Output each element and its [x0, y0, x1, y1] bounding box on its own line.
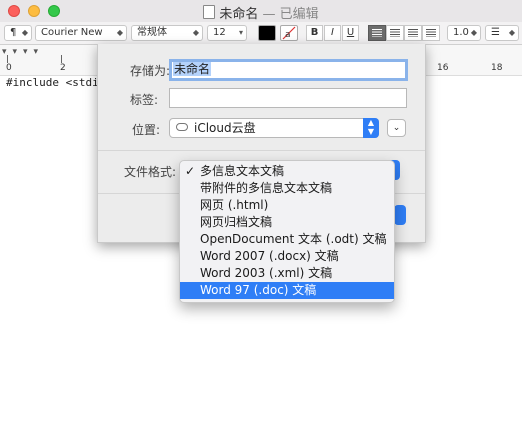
format-toolbar: ¶ ◆ Courier New ◆ 常规体 ◆ 12 ▾ a B I U 1.0… — [0, 22, 522, 45]
menu-item-label: 网页 (.html) — [200, 198, 269, 212]
menu-item-label: Word 2007 (.docx) 文稿 — [200, 249, 339, 263]
ruler-label: 16 — [437, 63, 449, 73]
menu-item-label: OpenDocument 文本 (.odt) 文稿 — [200, 232, 387, 246]
window-title-text: 未命名 — [219, 7, 259, 22]
expand-button[interactable]: ⌄ — [387, 119, 406, 137]
location-value: iCloud云盘 — [194, 121, 256, 135]
svg-text:a: a — [285, 30, 291, 40]
paragraph-style-popup[interactable]: ¶ ◆ — [4, 25, 32, 41]
tab-stop-markers[interactable]: ▾▾▾▾ — [2, 47, 44, 57]
format-menu-item-webarchive[interactable]: 网页归档文稿 — [180, 214, 394, 231]
format-menu-item-xml[interactable]: Word 2003 (.xml) 文稿 — [180, 265, 394, 282]
ruler-label: 18 — [491, 63, 503, 73]
divider — [98, 150, 425, 151]
save-as-field[interactable]: 未命名 — [169, 59, 408, 81]
format-menu-item-html[interactable]: 网页 (.html) — [180, 197, 394, 214]
save-as-value: 未命名 — [173, 62, 212, 76]
format-menu-item-rtfd[interactable]: 带附件的多信息文本文稿 — [180, 180, 394, 197]
chevron-updown-icon: ◆ — [508, 28, 515, 37]
highlight-color-well[interactable]: a — [280, 25, 298, 41]
chevron-updown-icon: ◆ — [192, 28, 199, 37]
menu-item-label: 带附件的多信息文本文稿 — [200, 181, 333, 195]
tags-field[interactable] — [169, 88, 407, 108]
ruler-tick — [61, 55, 62, 63]
format-menu-item-docx[interactable]: Word 2007 (.docx) 文稿 — [180, 248, 394, 265]
align-left-button[interactable] — [368, 25, 386, 41]
chevron-updown-icon: ◆ — [470, 28, 477, 37]
chevron-updown-icon: ◆ — [21, 28, 28, 37]
menu-item-label: Word 2003 (.xml) 文稿 — [200, 266, 333, 280]
save-as-label: 存储为: — [129, 64, 170, 78]
text-color-well[interactable] — [258, 25, 276, 41]
align-justify-icon — [426, 29, 436, 37]
line-spacing-popup[interactable]: 1.0 ◆ — [447, 25, 481, 41]
file-format-menu[interactable]: ✓ 多信息文本文稿 带附件的多信息文本文稿 网页 (.html) 网页归档文稿 … — [179, 160, 395, 303]
font-style-popup[interactable]: 常规体 ◆ — [131, 25, 203, 41]
edited-status: — 已编辑 — [262, 7, 319, 22]
document-text[interactable]: #include <stdi — [6, 76, 99, 89]
chevron-updown-icon: ◆ — [116, 28, 123, 37]
cloud-icon — [176, 123, 188, 131]
align-left-icon — [372, 29, 382, 37]
format-menu-item-odt[interactable]: OpenDocument 文本 (.odt) 文稿 — [180, 231, 394, 248]
align-justify-button[interactable] — [422, 25, 440, 41]
ruler-label: 0 — [6, 63, 12, 73]
location-popup[interactable]: iCloud云盘 ▲ ▼ — [169, 118, 379, 138]
align-center-button[interactable] — [386, 25, 404, 41]
checkmark-icon: ✓ — [185, 164, 196, 178]
align-right-icon — [408, 29, 418, 37]
format-menu-item-rtf[interactable]: ✓ 多信息文本文稿 — [180, 163, 394, 180]
document-icon — [203, 5, 216, 19]
format-menu-item-doc[interactable]: Word 97 (.doc) 文稿 — [180, 282, 394, 299]
chevron-updown-icon: ▲ ▼ — [363, 118, 379, 138]
location-label: 位置: — [131, 123, 160, 137]
menu-item-label: Word 97 (.doc) 文稿 — [200, 283, 317, 297]
chevron-down-icon: ⌄ — [392, 123, 401, 133]
menu-item-label: 多信息文本文稿 — [200, 164, 285, 178]
underline-button[interactable]: U — [342, 25, 359, 41]
file-format-label: 文件格式: — [124, 165, 177, 179]
window-title: 未命名 — 已编辑 — [0, 3, 522, 22]
font-size-label: 12 — [213, 27, 226, 38]
align-center-icon — [390, 29, 400, 37]
title-bar: 未命名 — 已编辑 — [0, 0, 522, 23]
paragraph-style-label: ¶ — [10, 27, 17, 38]
list-icon: ☰ — [491, 27, 500, 38]
menu-item-label: 网页归档文稿 — [200, 215, 273, 229]
font-family-label: Courier New — [41, 27, 103, 38]
chevron-down-icon: ▾ — [238, 28, 243, 37]
ruler-tick — [7, 55, 8, 63]
ruler-label: 2 — [60, 63, 66, 73]
tags-label: 标签: — [129, 93, 158, 107]
italic-button[interactable]: I — [324, 25, 341, 41]
list-popup[interactable]: ☰ ◆ — [485, 25, 519, 41]
align-right-button[interactable] — [404, 25, 422, 41]
save-button-edge[interactable] — [394, 205, 406, 225]
no-highlight-icon: a — [282, 26, 296, 40]
font-style-label: 常规体 — [137, 27, 167, 38]
line-spacing-label: 1.0 — [453, 27, 469, 38]
bold-button[interactable]: B — [306, 25, 323, 41]
font-family-popup[interactable]: Courier New ◆ — [35, 25, 127, 41]
font-size-combo[interactable]: 12 ▾ — [207, 25, 247, 41]
